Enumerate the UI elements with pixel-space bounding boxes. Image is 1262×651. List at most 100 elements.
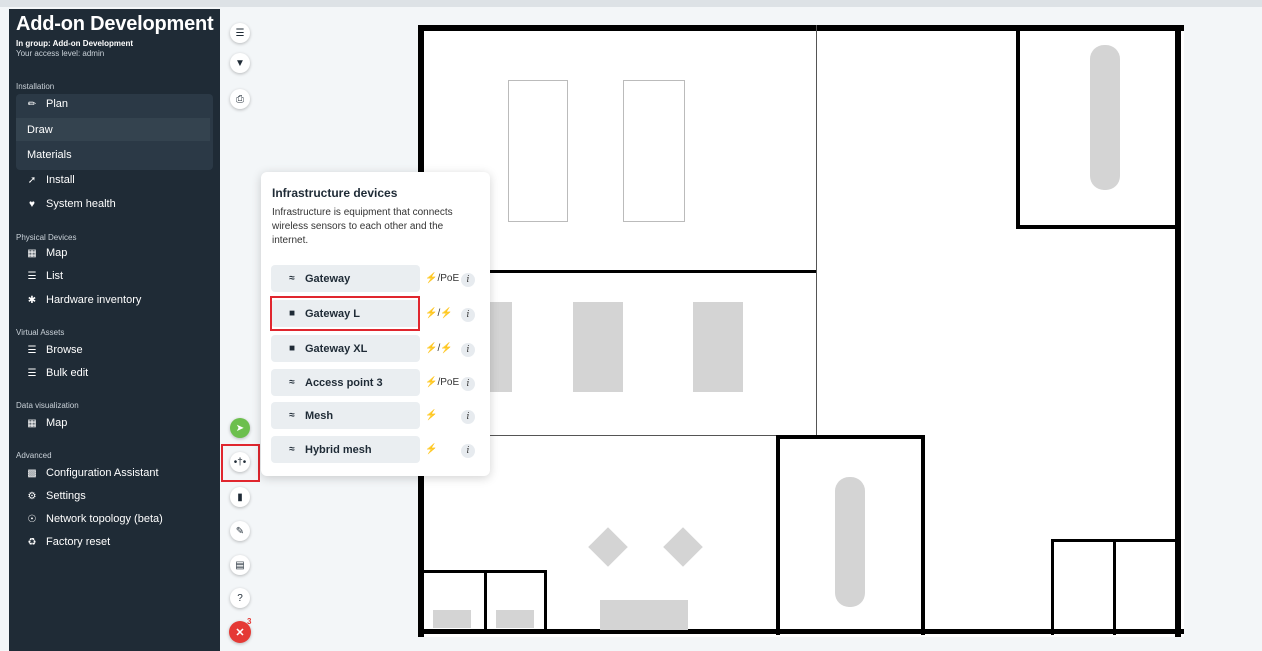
wall-top <box>418 25 1184 31</box>
plug-icon: ⚡ <box>425 444 438 455</box>
sidebar-item-install[interactable]: ➚ Install <box>24 169 204 191</box>
info-button[interactable]: i <box>461 410 475 424</box>
plug-icon: ⚡ <box>425 377 438 388</box>
info-button[interactable]: i <box>461 308 475 322</box>
wall-bottom <box>418 629 1184 634</box>
sidebar-item-physical-map[interactable]: ▦ Map <box>24 242 204 264</box>
device-access-point-3[interactable]: ≈ Access point 3 <box>271 369 420 396</box>
map-icon: ▦ <box>27 247 37 259</box>
heartbeat-icon: ♥ <box>29 198 35 210</box>
map-marker-icon: ▦ <box>27 417 37 429</box>
sidebar-item-network-topology[interactable]: ☉ Network topology (beta) <box>24 508 204 530</box>
device-label: Gateway <box>305 272 351 285</box>
meeting-table <box>490 302 512 392</box>
sidebar-item-label: System health <box>46 198 116 210</box>
section-virtual-assets: Virtual Assets <box>16 328 65 337</box>
sidebar-item-bulk-edit[interactable]: ☰ Bulk edit <box>24 362 204 384</box>
sidebar-item-label: Map <box>46 417 68 429</box>
notification-badge: 3 <box>247 617 252 626</box>
meeting-table <box>573 302 623 392</box>
thermometer-icon: ▮ <box>237 491 243 503</box>
select-button[interactable]: ➤ <box>230 418 250 438</box>
info-button[interactable]: i <box>461 444 475 458</box>
layers-button[interactable]: ☰ <box>230 23 250 43</box>
sidebar-item-materials[interactable]: Materials <box>27 149 72 161</box>
wifi-icon: ≈ <box>289 377 295 388</box>
gear-icon: ⚙ <box>27 490 37 502</box>
app-title: Add-on Development <box>16 13 214 35</box>
sidebar-item-system-health[interactable]: ♥ System health <box>24 193 204 215</box>
sidebar-item-label: Plan <box>46 98 69 110</box>
sidebar-item-configuration-assistant[interactable]: ▩ Configuration Assistant <box>24 462 204 484</box>
hammer-icon: ➚ <box>27 174 37 186</box>
sidebar-item-dataviz-map[interactable]: ▦ Map <box>24 412 204 434</box>
wall-interior <box>418 570 546 573</box>
draw-button[interactable]: ✎ <box>230 521 250 541</box>
popup-title: Infrastructure devices <box>272 186 398 200</box>
section-physical-devices: Physical Devices <box>16 233 77 242</box>
power-indicator: ⚡/PoE <box>425 273 460 284</box>
conference-table <box>1090 45 1120 190</box>
filter-icon: ▼ <box>235 57 245 69</box>
wall-interior <box>1113 539 1116 635</box>
wall-interior <box>544 570 547 634</box>
print-button[interactable]: ⎙ <box>230 89 250 109</box>
power-indicator: ⚡ <box>425 410 437 421</box>
layers-icon: ☰ <box>235 27 245 39</box>
power-indicator: ⚡/⚡ <box>425 308 453 319</box>
sidebar-item-list[interactable]: ☰ List <box>24 265 204 287</box>
sidebar-item-label: Settings <box>46 490 86 502</box>
desk-cluster <box>623 80 685 222</box>
top-strip <box>0 0 1262 7</box>
sofa <box>600 600 688 630</box>
sidebar-item-factory-reset[interactable]: ♻ Factory reset <box>24 531 204 553</box>
sidebar-item-label: List <box>46 270 64 282</box>
sidebar-item-label: Configuration Assistant <box>46 467 159 479</box>
power-indicator: ⚡ <box>425 444 437 455</box>
layers-icon: ☰ <box>27 344 37 356</box>
sidebar-item-label: Map <box>46 247 68 259</box>
section-installation: Installation <box>16 82 55 91</box>
plug-icon: ⚡ <box>425 273 438 284</box>
sidebar-item-label: Bulk edit <box>46 367 89 379</box>
group-line: In group: Add-on Development <box>16 39 134 48</box>
sensor-button[interactable]: ▮ <box>230 487 250 507</box>
meeting-table <box>693 302 743 392</box>
device-gateway[interactable]: ≈ Gateway <box>271 265 420 292</box>
help-button[interactable]: ? <box>230 588 250 608</box>
question-icon: ? <box>237 592 243 604</box>
info-button[interactable]: i <box>461 377 475 391</box>
sidebar-item-label: Factory reset <box>46 536 111 548</box>
info-button[interactable]: i <box>461 273 475 287</box>
conference-table <box>835 477 865 607</box>
network-icon: ☉ <box>27 513 37 525</box>
floor-plan[interactable] <box>418 25 1184 637</box>
sidebar-item-draw[interactable]: Draw <box>27 124 53 136</box>
desk-cluster <box>508 80 568 222</box>
wall-interior <box>1051 539 1181 542</box>
power-indicator: ⚡/PoE <box>425 377 460 388</box>
device-label: Mesh <box>305 409 334 422</box>
device-mesh[interactable]: ≈ Mesh <box>271 402 420 429</box>
recycle-icon: ♻ <box>27 536 37 548</box>
brush-icon: ✏ <box>27 98 37 110</box>
gateway-l-highlight <box>270 296 420 331</box>
sidebar-item-plan[interactable]: ✏ Plan <box>24 93 204 115</box>
chart-icon: ▤ <box>235 559 245 571</box>
sidebar-item-settings[interactable]: ⚙ Settings <box>24 485 204 507</box>
sidebar-item-label: Install <box>46 174 75 186</box>
close-icon: ✕ <box>235 626 245 639</box>
device-hybrid-mesh[interactable]: ≈ Hybrid mesh <box>271 436 420 463</box>
chart-button[interactable]: ▤ <box>230 555 250 575</box>
popup-description: Infrastructure is equipment that connect… <box>272 207 453 246</box>
sidebar-item-hardware-inventory[interactable]: ✱ Hardware inventory <box>24 289 204 311</box>
device-gateway-xl[interactable]: ■ Gateway XL <box>271 335 420 362</box>
filter-button[interactable]: ▼ <box>230 53 250 73</box>
info-button[interactable]: i <box>461 343 475 357</box>
wifi-icon: ≈ <box>289 410 295 421</box>
wifi-icon: ≈ <box>289 444 295 455</box>
wall-interior <box>1016 31 1020 229</box>
sidebar-item-browse[interactable]: ☰ Browse <box>24 339 204 361</box>
wall-right <box>1175 25 1181 637</box>
wall-interior <box>776 435 924 439</box>
